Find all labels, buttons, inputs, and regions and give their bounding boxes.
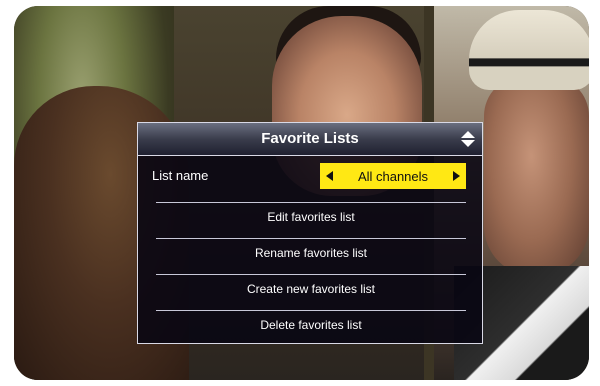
- list-name-selector[interactable]: All channels: [320, 163, 466, 189]
- menu-item-label: Delete favorites list: [260, 318, 362, 332]
- scroll-updown-icon[interactable]: [460, 130, 476, 148]
- list-name-value: All channels: [357, 168, 429, 184]
- arrow-left-icon[interactable]: [326, 171, 333, 181]
- dialog-title: Favorite Lists: [261, 130, 359, 147]
- dialog-header: Favorite Lists: [138, 123, 482, 156]
- rename-favorites-list-item[interactable]: Rename favorites list: [156, 239, 466, 263]
- menu-item-label: Edit favorites list: [267, 210, 355, 224]
- arrow-right-icon[interactable]: [452, 171, 460, 181]
- delete-favorites-list-item[interactable]: Delete favorites list: [156, 311, 466, 335]
- menu-item-label: Create new favorites list: [246, 282, 376, 296]
- menu-item-label: Rename favorites list: [254, 246, 368, 260]
- list-name-row: List name All channels: [138, 163, 482, 189]
- favorite-lists-dialog: Favorite Lists List name All channels Ed…: [137, 122, 483, 344]
- create-new-favorites-list-item[interactable]: Create new favorites list: [156, 275, 466, 299]
- list-name-label: List name: [152, 168, 209, 183]
- edit-favorites-list-item[interactable]: Edit favorites list: [156, 203, 466, 227]
